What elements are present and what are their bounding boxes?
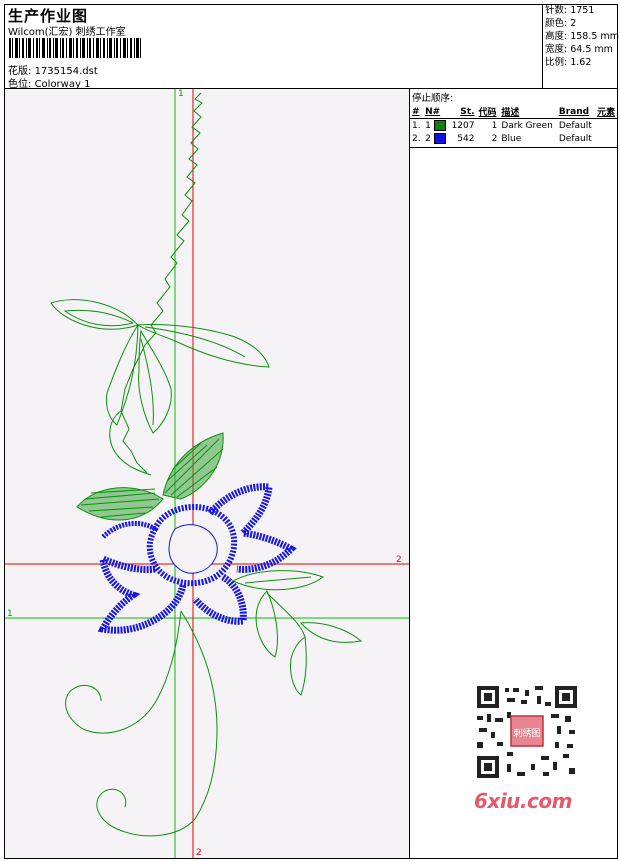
col-header-brand: Brand (556, 105, 596, 119)
col-header-desc: 描述 (499, 105, 557, 119)
row-desc: Blue (501, 133, 522, 144)
design-canvas: 1 1 2 2 (5, 89, 410, 858)
row-desc: Dark Green (501, 120, 553, 131)
axis-label-green-left: 1 (7, 609, 13, 619)
row-num: 2. (412, 133, 421, 144)
company-name: Wilcom(汇宏) 刺绣工作室 (8, 27, 126, 38)
qr-code-icon: 刺绣图 (471, 682, 581, 782)
table-divider (410, 147, 618, 148)
row-code: 1 (491, 120, 498, 131)
row-n: 1 (423, 119, 449, 133)
site-logo: 6xiu.com (474, 789, 572, 813)
row-brand: Default (558, 133, 592, 144)
stop-sequence-table: # N# St. 代码 描述 Brand 元素 1. 1 1207 1 Dark… (410, 105, 618, 145)
design-scale: 比例: 1.62 (545, 57, 592, 68)
table-row: 1. 1 1207 1 Dark Green Default (410, 119, 618, 133)
axis-label-green-top: 1 (178, 89, 184, 99)
row-st: 542 (457, 133, 475, 144)
row-element (595, 132, 618, 145)
row-num: 1. (412, 120, 421, 131)
design-height: 高度: 158.5 mm (545, 31, 619, 42)
table-row: 2. 2 542 2 Blue Default (410, 132, 618, 145)
col-header-code: 代码 (476, 105, 500, 119)
axis-label-red-bottom: 2 (196, 848, 202, 858)
table-header-row: # N# St. 代码 描述 Brand 元素 (410, 105, 618, 119)
col-header-st: St. (448, 105, 477, 119)
axis-label-red-right: 2 (396, 555, 402, 565)
stop-sequence-title: 停止顺序: (412, 93, 454, 104)
color-swatch (433, 120, 446, 131)
color-count: 颜色: 2 (545, 18, 577, 29)
row-code: 2 (491, 133, 498, 144)
stitch-count: 针数: 1751 (545, 5, 595, 16)
green-leaves-upper (50, 299, 270, 434)
col-header-n: N# (423, 105, 449, 119)
color-swatch (433, 133, 446, 144)
row-brand: Default (558, 120, 592, 131)
barcode-icon (9, 38, 141, 58)
design-width: 宽度: 64.5 mm (545, 44, 613, 55)
row-st: 1207 (451, 120, 475, 131)
row-element (595, 119, 618, 133)
row-n: 2 (423, 132, 449, 145)
green-stem (109, 92, 203, 476)
qr-stamp-text: 刺绣图 (513, 727, 540, 739)
col-header-num: # (410, 105, 424, 119)
stats-panel: 针数: 1751 颜色: 2 高度: 158.5 mm 宽度: 64.5 mm … (542, 4, 619, 88)
col-header-element: 元素 (595, 105, 618, 119)
embroidery-design: 1 1 2 2 (5, 89, 409, 858)
